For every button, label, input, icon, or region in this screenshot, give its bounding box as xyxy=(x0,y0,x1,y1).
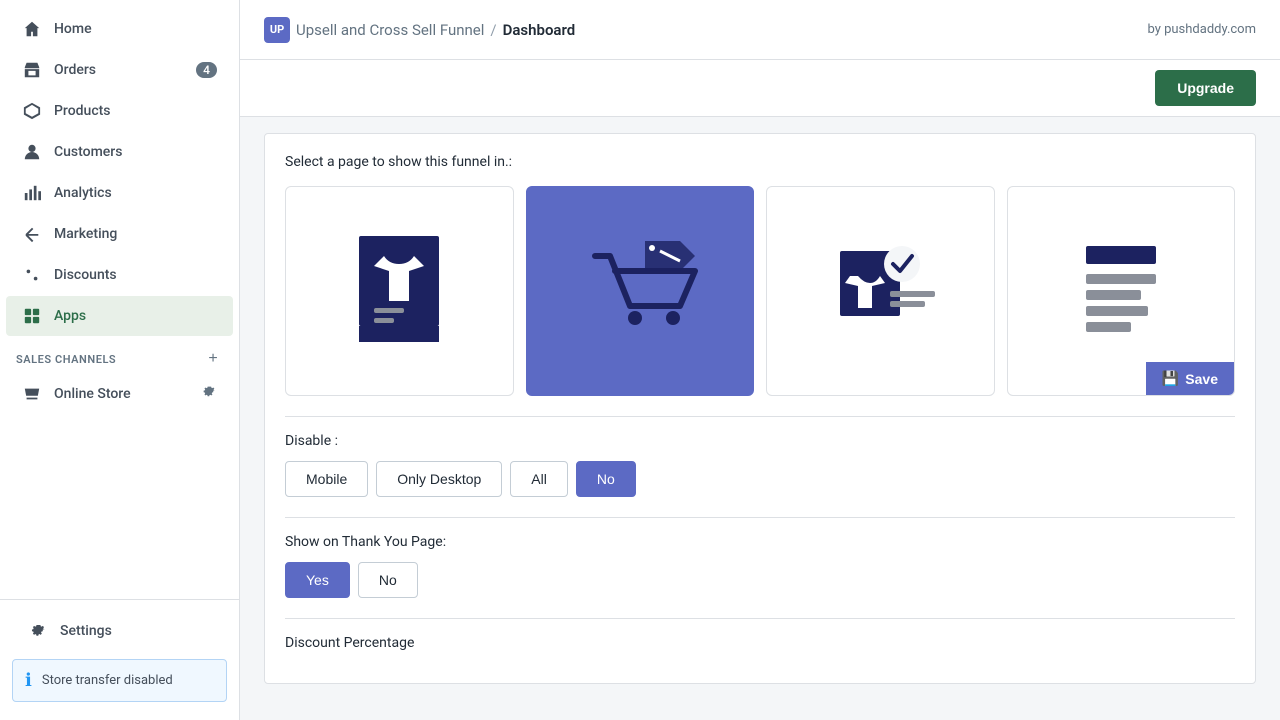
customers-icon xyxy=(22,142,42,162)
save-button[interactable]: 💾 Save xyxy=(1146,362,1234,395)
sidebar-nav: Home Orders 4 Products Customers xyxy=(0,0,239,599)
divider-2 xyxy=(285,517,1235,518)
sidebar-item-online-store[interactable]: Online Store xyxy=(6,374,233,414)
content-area: Upgrade Select a page to show this funne… xyxy=(240,60,1280,720)
divider-1 xyxy=(285,416,1235,417)
sales-channels-section: SALES CHANNELS + xyxy=(0,337,239,373)
sidebar-item-discounts[interactable]: Discounts xyxy=(6,255,233,295)
topbar-by-text: by pushdaddy.com xyxy=(1147,22,1256,37)
analytics-icon xyxy=(22,183,42,203)
main-content: UP Upsell and Cross Sell Funnel / Dashbo… xyxy=(240,0,1280,720)
orders-badge: 4 xyxy=(196,62,217,78)
save-icon: 💾 xyxy=(1162,370,1179,387)
apps-icon xyxy=(22,306,42,326)
sidebar-item-settings[interactable]: Settings xyxy=(12,611,227,651)
breadcrumb: UP Upsell and Cross Sell Funnel / Dashbo… xyxy=(264,17,575,43)
thank-you-label: Show on Thank You Page: xyxy=(285,534,1235,550)
store-transfer-banner: ℹ Store transfer disabled xyxy=(12,659,227,702)
disable-button-group: Mobile Only Desktop All No xyxy=(285,461,1235,497)
thank-you-yes-button[interactable]: Yes xyxy=(285,562,350,598)
sidebar-item-apps[interactable]: Apps xyxy=(6,296,233,336)
discount-percentage-label: Discount Percentage xyxy=(285,635,1235,651)
page-option-product[interactable] xyxy=(285,186,514,396)
page-option-order[interactable] xyxy=(766,186,995,396)
add-sales-channel-button[interactable]: + xyxy=(203,349,223,369)
sidebar-item-analytics[interactable]: Analytics xyxy=(6,173,233,213)
breadcrumb-link[interactable]: Upsell and Cross Sell Funnel xyxy=(296,21,484,39)
discounts-icon xyxy=(22,265,42,285)
dashboard-card: Select a page to show this funnel in.: xyxy=(264,133,1256,684)
products-icon xyxy=(22,101,42,121)
upgrade-bar: Upgrade xyxy=(240,60,1280,117)
app-icon: UP xyxy=(264,17,290,43)
online-store-settings-icon[interactable] xyxy=(201,384,217,404)
page-selector-section: Select a page to show this funnel in.: xyxy=(285,154,1235,396)
home-icon xyxy=(22,19,42,39)
page-option-cart[interactable] xyxy=(526,186,755,396)
online-store-icon xyxy=(22,384,42,404)
breadcrumb-current: Dashboard xyxy=(503,21,576,39)
sidebar: Home Orders 4 Products Customers xyxy=(0,0,240,720)
settings-icon xyxy=(28,621,48,641)
disable-mobile-button[interactable]: Mobile xyxy=(285,461,368,497)
disable-label: Disable : xyxy=(285,433,1235,449)
info-icon: ℹ xyxy=(25,670,32,691)
sidebar-item-home[interactable]: Home xyxy=(6,9,233,49)
marketing-icon xyxy=(22,224,42,244)
disable-section: Disable : Mobile Only Desktop All No xyxy=(285,433,1235,497)
sidebar-item-customers[interactable]: Customers xyxy=(6,132,233,172)
page-selector-label: Select a page to show this funnel in.: xyxy=(285,154,1235,170)
divider-3 xyxy=(285,618,1235,619)
orders-icon xyxy=(22,60,42,80)
page-selector-options: 💾 Save xyxy=(285,186,1235,396)
upgrade-button[interactable]: Upgrade xyxy=(1155,70,1256,106)
sidebar-item-orders[interactable]: Orders 4 xyxy=(6,50,233,90)
disable-all-button[interactable]: All xyxy=(510,461,568,497)
sidebar-item-marketing[interactable]: Marketing xyxy=(6,214,233,254)
sidebar-item-products[interactable]: Products xyxy=(6,91,233,131)
sidebar-bottom: Settings ℹ Store transfer disabled xyxy=(0,599,239,720)
disable-no-button[interactable]: No xyxy=(576,461,636,497)
thank-you-section: Show on Thank You Page: Yes No xyxy=(285,534,1235,598)
thank-you-button-group: Yes No xyxy=(285,562,1235,598)
topbar: UP Upsell and Cross Sell Funnel / Dashbo… xyxy=(240,0,1280,60)
page-option-list[interactable]: 💾 Save xyxy=(1007,186,1236,396)
disable-only-desktop-button[interactable]: Only Desktop xyxy=(376,461,502,497)
thank-you-no-button[interactable]: No xyxy=(358,562,418,598)
